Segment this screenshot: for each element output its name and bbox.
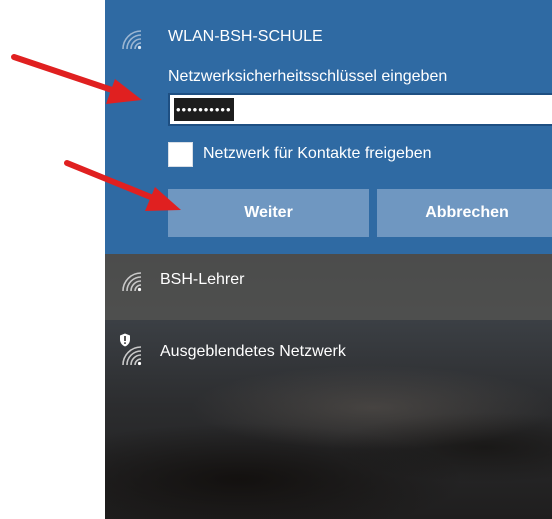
wifi-icon xyxy=(122,272,142,292)
network-item-hidden[interactable]: Ausgeblendetes Netzwerk xyxy=(105,320,552,390)
next-button[interactable]: Weiter xyxy=(168,189,369,237)
shield-icon xyxy=(120,333,130,347)
share-network-label[interactable]: Netzwerk für Kontakte freigeben xyxy=(203,145,432,163)
network-name: Ausgeblendetes Netzwerk xyxy=(160,343,346,360)
network-name: BSH-Lehrer xyxy=(160,271,245,288)
security-key-label: Netzwerksicherheitsschlüssel eingeben xyxy=(168,68,448,85)
network-item-bsh-lehrer[interactable]: BSH-Lehrer xyxy=(105,254,552,320)
security-key-value: •••••••••• xyxy=(174,98,234,121)
network-name: WLAN-BSH-SCHULE xyxy=(168,28,323,45)
network-item-wlan-bsh-schule[interactable]: WLAN-BSH-SCHULE Netzwerksicherheitsschlü… xyxy=(105,0,552,254)
wifi-icon xyxy=(122,346,142,366)
security-key-input[interactable]: •••••••••• ‸ xyxy=(168,93,552,126)
cancel-button[interactable]: Abbrechen xyxy=(377,189,552,237)
wifi-icon xyxy=(122,30,142,50)
screenshot: WLAN-BSH-SCHULE Netzwerksicherheitsschlü… xyxy=(0,0,552,519)
share-network-checkbox[interactable] xyxy=(168,142,193,167)
network-flyout: WLAN-BSH-SCHULE Netzwerksicherheitsschlü… xyxy=(105,0,552,519)
